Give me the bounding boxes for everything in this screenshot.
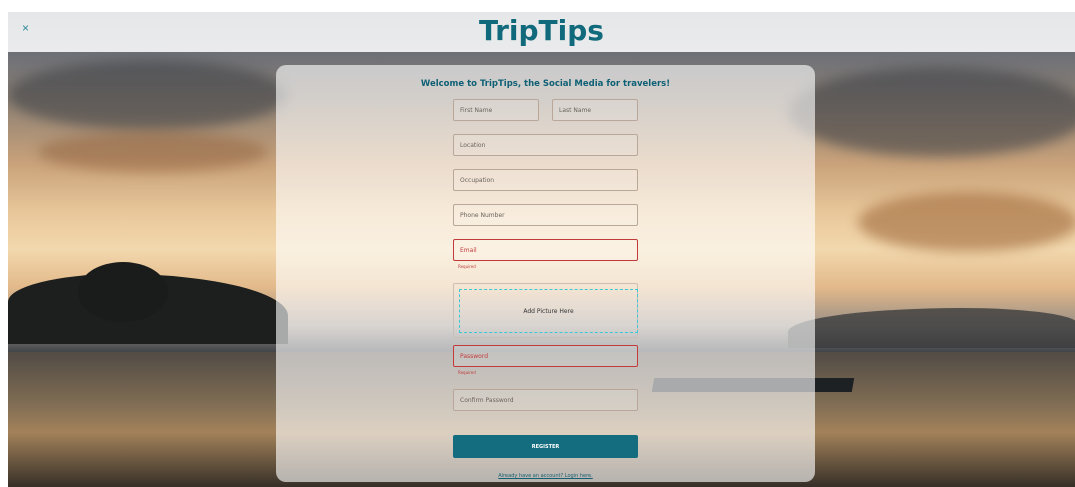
welcome-heading: Welcome to TripTips, the Social Media fo… bbox=[420, 79, 671, 89]
occupation-input[interactable] bbox=[453, 169, 638, 191]
email-error-text: Required bbox=[458, 264, 476, 269]
password-input[interactable] bbox=[453, 345, 638, 367]
confirm-password-input[interactable] bbox=[453, 389, 638, 411]
register-button[interactable]: REGISTER bbox=[453, 435, 638, 458]
picture-dropzone[interactable]: Add Picture Here bbox=[459, 289, 638, 333]
location-input[interactable] bbox=[453, 134, 638, 156]
phone-number-input[interactable] bbox=[453, 204, 638, 226]
brand-logo: TripTips bbox=[479, 14, 604, 47]
email-input[interactable] bbox=[453, 239, 638, 261]
password-error-text: Required bbox=[458, 370, 476, 375]
register-form: Welcome to TripTips, the Social Media fo… bbox=[276, 65, 815, 482]
page: × TripTips Welcome to TripTips, the Soci… bbox=[8, 12, 1075, 487]
first-name-input[interactable] bbox=[453, 99, 539, 121]
last-name-input[interactable] bbox=[552, 99, 638, 121]
top-bar: × TripTips bbox=[8, 12, 1075, 52]
login-link[interactable]: Already have an account? Login here. bbox=[276, 473, 815, 479]
picture-dropzone-label: Add Picture Here bbox=[523, 307, 574, 315]
